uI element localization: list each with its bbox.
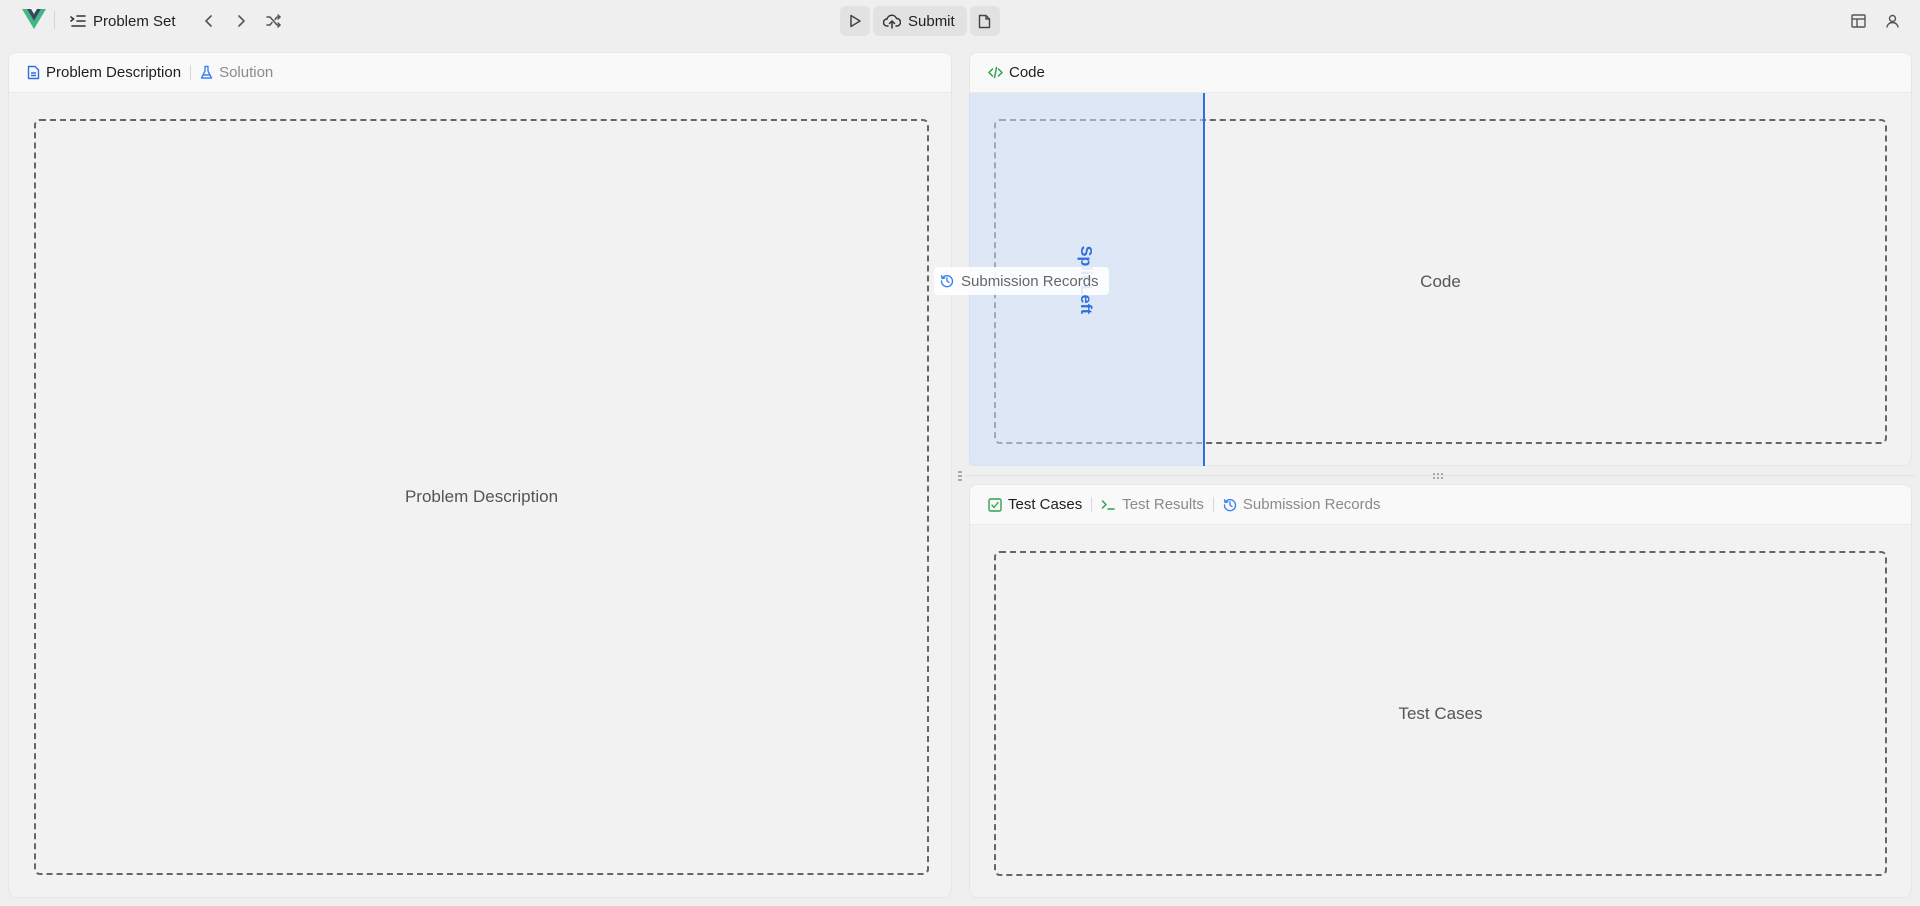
run-button[interactable] xyxy=(840,6,870,36)
drop-indicator-line xyxy=(1203,93,1205,466)
layout-button[interactable] xyxy=(1846,8,1870,34)
run-toolbar: Submit xyxy=(840,6,1000,36)
note-icon xyxy=(978,14,991,28)
placeholder-text: Test Cases xyxy=(1398,703,1483,723)
tests-panel-tabs: Test Cases Test Results Submission Recor… xyxy=(970,485,1911,525)
play-icon xyxy=(850,14,861,28)
notes-button[interactable] xyxy=(969,6,1000,36)
tab-test-cases[interactable]: Test Cases xyxy=(986,485,1091,525)
list-icon xyxy=(70,15,86,27)
tab-submission-records[interactable]: Submission Records xyxy=(1214,485,1390,525)
problem-description-area[interactable]: Problem Description xyxy=(34,119,929,875)
problem-set-button[interactable]: Problem Set xyxy=(70,8,176,34)
user-button[interactable] xyxy=(1880,8,1904,34)
chevron-left-icon xyxy=(204,15,212,27)
window-tools xyxy=(1846,8,1904,34)
cloud-upload-icon xyxy=(883,14,901,29)
problem-panel: Problem Description Solution Problem Des… xyxy=(8,52,952,898)
tab-test-results[interactable]: Test Results xyxy=(1092,485,1213,525)
vue-logo-icon[interactable] xyxy=(22,9,46,29)
terminal-icon xyxy=(1101,499,1115,510)
vertical-split-handle-icon[interactable] xyxy=(957,470,963,482)
code-icon xyxy=(988,66,1003,79)
tab-label: Test Results xyxy=(1122,496,1204,513)
dragged-tab-submission-records[interactable]: Submission Records xyxy=(934,267,1109,295)
submit-button[interactable]: Submit xyxy=(873,6,967,36)
code-panel-tabs: Code xyxy=(970,53,1911,93)
tab-problem-description[interactable]: Problem Description xyxy=(25,53,190,93)
random-problem-button[interactable] xyxy=(261,8,287,34)
shuffle-icon xyxy=(266,14,281,28)
tab-code[interactable]: Code xyxy=(986,53,1054,93)
problem-panel-tabs: Problem Description Solution xyxy=(9,53,951,93)
previous-problem-button[interactable] xyxy=(196,8,222,34)
submit-label: Submit xyxy=(908,12,955,30)
history-icon xyxy=(1223,498,1237,511)
user-icon xyxy=(1885,14,1899,28)
checkbox-icon xyxy=(988,497,1002,512)
tab-solution[interactable]: Solution xyxy=(191,53,282,93)
divider xyxy=(54,11,55,29)
tab-label: Solution xyxy=(219,64,274,81)
tab-label: Problem Description xyxy=(46,64,182,81)
placeholder-text: Problem Description xyxy=(404,487,559,506)
placeholder-text: Code xyxy=(1420,271,1461,291)
flask-icon xyxy=(200,65,213,79)
layout-icon xyxy=(1850,14,1866,28)
tab-label: Submission Records xyxy=(1242,496,1381,513)
test-cases-area[interactable]: Test Cases xyxy=(994,551,1887,876)
tab-label: Code xyxy=(1009,64,1045,81)
tab-label: Submission Records xyxy=(961,272,1099,290)
chevron-right-icon xyxy=(238,15,246,27)
next-problem-button[interactable] xyxy=(228,8,254,34)
document-icon xyxy=(27,65,40,80)
tests-panel: Test Cases Test Results Submission Recor… xyxy=(969,484,1912,898)
horizontal-split-handle-icon[interactable] xyxy=(1432,472,1444,480)
top-bar: Problem Set Submit xyxy=(0,0,1920,42)
problem-set-label: Problem Set xyxy=(93,12,176,30)
history-icon xyxy=(940,275,954,288)
tab-label: Test Cases xyxy=(1008,496,1083,513)
